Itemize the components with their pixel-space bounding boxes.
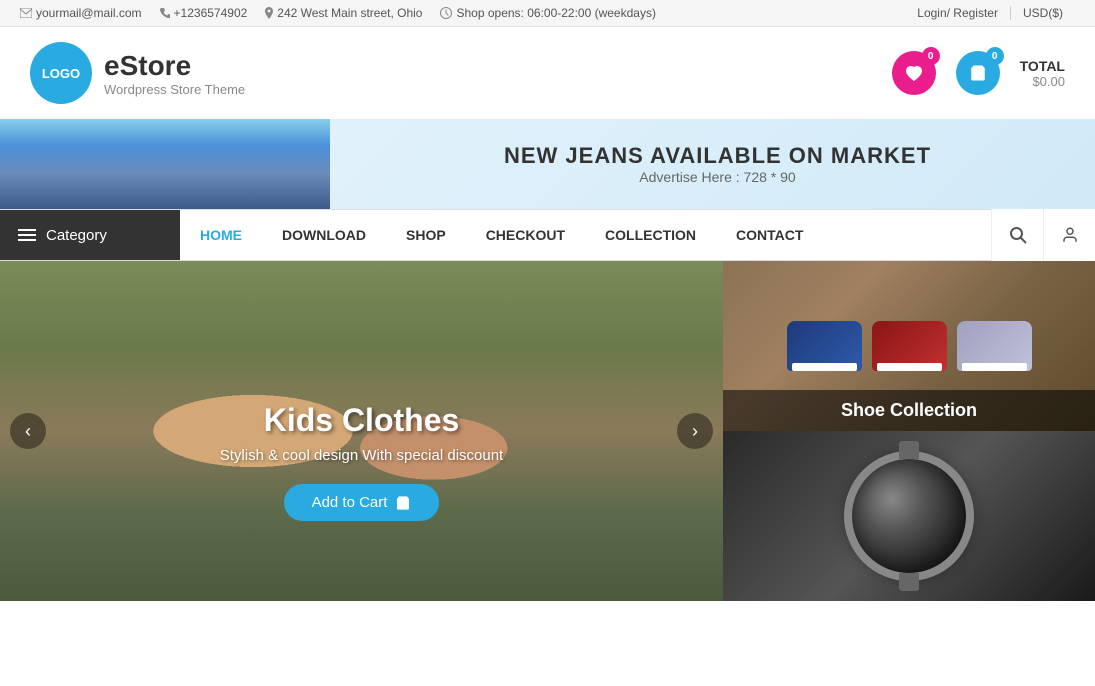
slider-title: Kids Clothes [0, 402, 723, 439]
topbar: yourmail@mail.com +1236574902 242 West M… [0, 0, 1095, 27]
header: LOGO eStore Wordpress Store Theme 0 0 TO… [0, 27, 1095, 119]
brand-name: eStore [104, 50, 245, 82]
main-content: ‹ Kids Clothes Stylish & cool design Wit… [0, 261, 1095, 601]
shoe-blue [787, 321, 862, 371]
nav-links: HOME DOWNLOAD SHOP CHECKOUT COLLECTION C… [180, 210, 991, 260]
nav-home[interactable]: HOME [180, 210, 262, 260]
slider-next[interactable]: › [677, 413, 713, 449]
nav-collection[interactable]: COLLECTION [585, 210, 716, 260]
add-to-cart-button[interactable]: Add to Cart [284, 484, 440, 521]
category-button[interactable]: Category [0, 210, 180, 260]
nav-shop[interactable]: SHOP [386, 210, 466, 260]
navbar: Category HOME DOWNLOAD SHOP CHECKOUT COL… [0, 209, 1095, 261]
hero-slider: ‹ Kids Clothes Stylish & cool design Wit… [0, 261, 723, 601]
currency-selector[interactable]: USD($) [1010, 6, 1075, 20]
search-button[interactable] [991, 209, 1043, 261]
wishlist-button[interactable]: 0 [892, 51, 936, 95]
topbar-address: 242 West Main street, Ohio [265, 6, 422, 20]
banner-subtext: Advertise Here : 728 * 90 [340, 169, 1095, 185]
total-amount: $0.00 [1020, 74, 1065, 89]
cart-button[interactable]: 0 [956, 51, 1000, 95]
watch-collection-panel[interactable] [723, 431, 1095, 601]
logo[interactable]: LOGO [30, 42, 92, 104]
topbar-phone: +1236574902 [160, 6, 248, 20]
user-button[interactable] [1043, 209, 1095, 261]
shoe-light [957, 321, 1032, 371]
banner-image [0, 119, 330, 209]
total-label: TOTAL [1020, 58, 1065, 74]
banner-headline: NEW JEANS AVAILABLE ON MARKET [340, 143, 1095, 169]
nav-actions [991, 210, 1095, 260]
wishlist-badge: 0 [922, 47, 940, 65]
category-label: Category [46, 227, 107, 244]
slider-overlay: Kids Clothes Stylish & cool design With … [0, 402, 723, 521]
nav-checkout[interactable]: CHECKOUT [466, 210, 585, 260]
hamburger-icon [18, 229, 36, 241]
topbar-right: Login/ Register USD($) [905, 6, 1075, 20]
brand-tagline: Wordpress Store Theme [104, 82, 245, 97]
nav-contact[interactable]: CONTACT [716, 210, 823, 260]
banner: NEW JEANS AVAILABLE ON MARKET Advertise … [0, 119, 1095, 209]
login-register-link[interactable]: Login/ Register [905, 6, 1010, 20]
brand-info: eStore Wordpress Store Theme [104, 50, 245, 97]
right-panels: Shoe Collection [723, 261, 1095, 601]
shoe-collection-panel[interactable]: Shoe Collection [723, 261, 1095, 431]
nav-download[interactable]: DOWNLOAD [262, 210, 386, 260]
topbar-hours: Shop opens: 06:00-22:00 (weekdays) [440, 6, 655, 20]
shoe-red [872, 321, 947, 371]
total-area: TOTAL $0.00 [1020, 58, 1065, 89]
shoe-collection-label: Shoe Collection [723, 390, 1095, 431]
logo-area: LOGO eStore Wordpress Store Theme [30, 42, 245, 104]
topbar-email: yourmail@mail.com [20, 6, 142, 20]
slider-prev[interactable]: ‹ [10, 413, 46, 449]
topbar-info: yourmail@mail.com +1236574902 242 West M… [20, 6, 656, 20]
watch-image [844, 451, 974, 581]
slider-subtitle: Stylish & cool design With special disco… [0, 447, 723, 464]
watches-bg [723, 431, 1095, 601]
header-right: 0 0 TOTAL $0.00 [892, 51, 1065, 95]
cart-badge: 0 [986, 47, 1004, 65]
